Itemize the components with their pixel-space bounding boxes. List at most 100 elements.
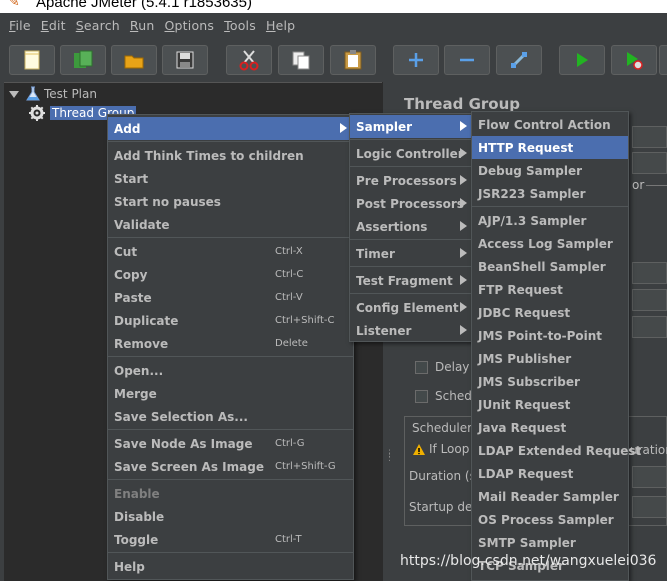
if-loop-warning: If Loop c xyxy=(412,442,480,456)
copy-button[interactable] xyxy=(278,45,324,75)
menu-item-label: BeanShell Sampler xyxy=(478,259,606,274)
sampler-menu-item-mail-reader-sampler[interactable]: Mail Reader Sampler xyxy=(472,485,628,508)
toggle-button[interactable] xyxy=(496,45,542,75)
start-no-pauses-button[interactable] xyxy=(611,45,657,75)
start-icon xyxy=(577,53,588,67)
menu-tools[interactable]: Tools xyxy=(219,18,261,33)
add-menu-item-post-processors[interactable]: Post Processors xyxy=(350,192,473,215)
cut-button[interactable] xyxy=(226,45,272,75)
sampler-menu-item-smtp-sampler[interactable]: SMTP Sampler xyxy=(472,531,628,554)
add-menu-item-timer[interactable]: Timer xyxy=(350,242,473,265)
menu-search[interactable]: Search xyxy=(71,18,125,33)
menu-item-label: FTP Request xyxy=(478,282,563,297)
context-menu-item-save-node-as-image[interactable]: Save Node As Image Ctrl-G xyxy=(108,432,353,455)
menu-item-label: Config Element xyxy=(356,300,459,315)
context-menu-item-save-screen-as-image[interactable]: Save Screen As Image Ctrl+Shift-G xyxy=(108,455,353,478)
expand-all-button[interactable] xyxy=(393,45,439,75)
add-menu-item-logic-controller[interactable]: Logic Controller xyxy=(350,142,473,165)
context-menu-item-validate[interactable]: Validate xyxy=(108,213,353,236)
context-menu-item-copy[interactable]: Copy Ctrl-C xyxy=(108,263,353,286)
sampler-menu-item-jdbc-request[interactable]: JDBC Request xyxy=(472,301,628,324)
sampler-menu-item-http-request[interactable]: HTTP Request xyxy=(472,136,628,159)
sampler-menu-item-ldap-extended-request[interactable]: LDAP Extended Request xyxy=(472,439,641,462)
loop-field[interactable] xyxy=(632,316,667,338)
context-menu-item-start[interactable]: Start xyxy=(108,167,353,190)
menu-options[interactable]: Options xyxy=(160,18,220,33)
context-menu-item-help[interactable]: Help xyxy=(108,555,353,578)
toggle-icon xyxy=(510,51,528,69)
context-menu-item-add[interactable]: Add xyxy=(108,117,353,140)
context-menu-item-merge[interactable]: Merge xyxy=(108,382,353,405)
menu-edit[interactable]: Edit xyxy=(36,18,71,33)
add-menu-item-pre-processors[interactable]: Pre Processors xyxy=(350,169,473,192)
menu-item-label: JMS Point-to-Point xyxy=(478,328,603,343)
sampler-menu-item-ftp-request[interactable]: FTP Request xyxy=(472,278,628,301)
menu-item-label: JSR223 Sampler xyxy=(478,186,586,201)
add-menu-item-listener[interactable]: Listener xyxy=(350,319,473,342)
threads-field[interactable] xyxy=(632,262,667,284)
sampler-menu-item-jsr223-sampler[interactable]: JSR223 Sampler xyxy=(472,182,628,205)
sampler-submenu: Flow Control Action HTTP Request Debug Sam… xyxy=(471,111,641,581)
menu-item-label: SMTP Sampler xyxy=(478,535,576,550)
sampler-menu-item-flow-control-action[interactable]: Flow Control Action xyxy=(472,113,628,136)
sampler-menu-item-os-process-sampler[interactable]: OS Process Sampler xyxy=(472,508,628,531)
sampler-menu-item-ajp-1-3-sampler[interactable]: AJP/1.3 Sampler xyxy=(472,209,628,232)
menu-item-shortcut: Delete xyxy=(275,338,308,349)
start-button[interactable] xyxy=(559,45,605,75)
context-menu-item-paste[interactable]: Paste Ctrl-V xyxy=(108,286,353,309)
menu-help[interactable]: Help xyxy=(261,18,300,33)
menu-item-label: Paste xyxy=(114,290,152,305)
context-menu-item-duplicate[interactable]: Duplicate Ctrl+Shift-C xyxy=(108,309,353,332)
menu-item-shortcut: Ctrl-G xyxy=(275,438,305,449)
menu-separator xyxy=(350,239,473,240)
context-menu-item-open[interactable]: Open... xyxy=(108,359,353,382)
sampler-menu-item-junit-request[interactable]: JUnit Request xyxy=(472,393,628,416)
sampler-menu-item-java-request[interactable]: Java Request xyxy=(472,416,628,439)
open-button[interactable] xyxy=(111,45,157,75)
menu-item-label: Start xyxy=(114,171,149,186)
scheduler-checkbox[interactable] xyxy=(415,390,428,403)
sampler-menu-item-beanshell-sampler[interactable]: BeanShell Sampler xyxy=(472,255,628,278)
tree-node-test-plan[interactable]: Test Plan xyxy=(8,85,99,103)
context-menu-item-add-think-times-to-children[interactable]: Add Think Times to children xyxy=(108,144,353,167)
sampler-menu-item-jms-publisher[interactable]: JMS Publisher xyxy=(472,347,628,370)
collapse-all-button[interactable] xyxy=(444,45,490,75)
toolbar-overflow-button[interactable] xyxy=(659,45,667,75)
context-menu-item-save-selection-as[interactable]: Save Selection As... xyxy=(108,405,353,428)
sampler-menu-item-access-log-sampler[interactable]: Access Log Sampler xyxy=(472,232,628,255)
context-menu-item-remove[interactable]: Remove Delete xyxy=(108,332,353,355)
context-menu-item-cut[interactable]: Cut Ctrl-X xyxy=(108,240,353,263)
templates-button[interactable] xyxy=(60,45,106,75)
expand-triangle-icon[interactable] xyxy=(8,88,20,100)
duration-field[interactable] xyxy=(632,466,667,488)
delay-checkbox[interactable] xyxy=(415,361,428,374)
submenu-arrow-icon xyxy=(460,121,467,131)
startup-delay-field[interactable] xyxy=(632,496,667,518)
new-button[interactable] xyxy=(9,45,55,75)
add-menu-item-test-fragment[interactable]: Test Fragment xyxy=(350,269,473,292)
add-menu-item-sampler[interactable]: Sampler xyxy=(350,115,473,138)
context-menu-item-enable[interactable]: Enable xyxy=(108,482,353,505)
comments-field[interactable] xyxy=(632,152,667,174)
context-menu-item-toggle[interactable]: Toggle Ctrl-T xyxy=(108,528,353,551)
paste-button[interactable] xyxy=(330,45,376,75)
menu-file[interactable]: File xyxy=(4,18,36,33)
sampler-menu-item-jms-point-to-point[interactable]: JMS Point-to-Point xyxy=(472,324,628,347)
sampler-menu-item-jms-subscriber[interactable]: JMS Subscriber xyxy=(472,370,628,393)
add-menu-item-assertions[interactable]: Assertions xyxy=(350,215,473,238)
menu-item-label: Open... xyxy=(114,363,164,378)
name-field[interactable] xyxy=(632,126,667,148)
menu-run[interactable]: Run xyxy=(125,18,160,33)
add-menu-item-config-element[interactable]: Config Element xyxy=(350,296,473,319)
menu-item-label: Disable xyxy=(114,509,165,524)
save-button[interactable] xyxy=(162,45,208,75)
menu-separator xyxy=(350,266,473,267)
sampler-menu-item-debug-sampler[interactable]: Debug Sampler xyxy=(472,159,628,182)
rampup-field[interactable] xyxy=(632,289,667,311)
menu-item-label: AJP/1.3 Sampler xyxy=(478,213,587,228)
sampler-menu-item-ldap-request[interactable]: LDAP Request xyxy=(472,462,628,485)
scheduler-section-label: Scheduler xyxy=(412,421,473,435)
context-menu-item-start-no-pauses[interactable]: Start no pauses xyxy=(108,190,353,213)
jmeter-feather-icon: ✎ xyxy=(8,0,20,10)
context-menu-item-disable[interactable]: Disable xyxy=(108,505,353,528)
